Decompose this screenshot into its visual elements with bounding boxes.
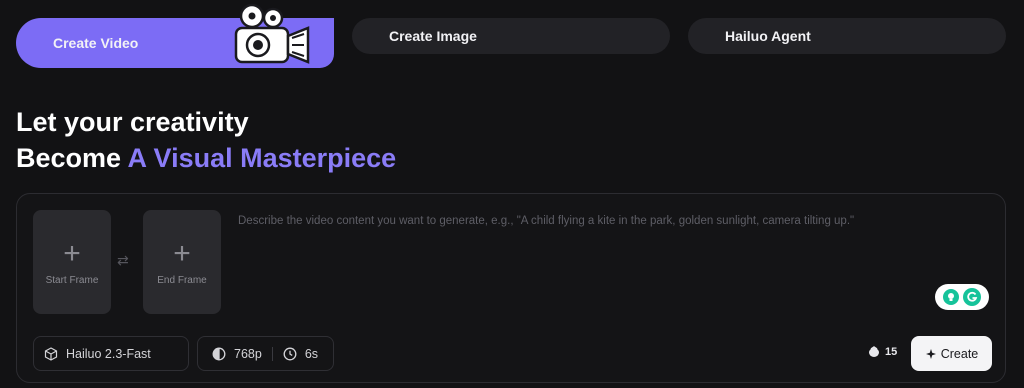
plus-icon: + xyxy=(173,236,191,270)
duration-value: 6s xyxy=(304,346,319,361)
create-button-label: Create xyxy=(940,346,979,361)
tab-create-image-label: Create Image xyxy=(389,28,477,44)
headline-line-1: Let your creativity xyxy=(16,107,249,137)
video-settings-selector[interactable]: 768p 6s xyxy=(197,336,334,371)
model-name: Hailuo 2.3-Fast xyxy=(66,346,151,361)
create-button[interactable]: Create xyxy=(911,336,992,371)
tab-create-image[interactable]: Create Image xyxy=(352,18,670,54)
swap-arrows-icon[interactable]: ⇄ xyxy=(117,252,129,269)
headline-accent: A Visual Masterpiece xyxy=(127,143,397,173)
resolution-value: 768p xyxy=(234,346,262,361)
cube-icon xyxy=(44,346,58,361)
end-frame-upload[interactable]: + End Frame xyxy=(143,210,221,314)
credit-coin-icon xyxy=(868,346,880,358)
end-frame-label: End Frame xyxy=(157,274,207,286)
prompt-input[interactable]: Describe the video content you want to g… xyxy=(238,213,983,229)
credits-value: 15 xyxy=(885,346,898,358)
aperture-icon xyxy=(212,347,226,361)
headline-prefix: Become xyxy=(16,143,128,173)
page-headline: Let your creativity Become A Visual Mast… xyxy=(16,104,396,176)
settings-divider xyxy=(271,346,273,361)
model-selector[interactable]: Hailuo 2.3-Fast xyxy=(33,336,189,371)
plus-icon: + xyxy=(63,236,81,270)
tab-hailuo-agent[interactable]: Hailuo Agent xyxy=(688,18,1006,54)
credits-cost: 15 xyxy=(868,346,897,358)
film-camera-icon xyxy=(234,3,310,64)
prompt-card: + Start Frame ⇄ + End Frame Describe the… xyxy=(16,193,1006,383)
lightbulb-icon xyxy=(943,289,959,305)
headline-line-2: Become A Visual Masterpiece xyxy=(16,140,396,176)
start-frame-upload[interactable]: + Start Frame xyxy=(33,210,111,314)
tab-create-video-label: Create Video xyxy=(53,35,139,51)
grammarly-icon xyxy=(963,288,981,306)
start-frame-label: Start Frame xyxy=(45,274,99,286)
grammarly-widget[interactable] xyxy=(935,284,989,310)
clock-icon xyxy=(283,347,297,361)
tab-hailuo-agent-label: Hailuo Agent xyxy=(725,28,811,44)
sparkle-icon xyxy=(925,348,937,360)
